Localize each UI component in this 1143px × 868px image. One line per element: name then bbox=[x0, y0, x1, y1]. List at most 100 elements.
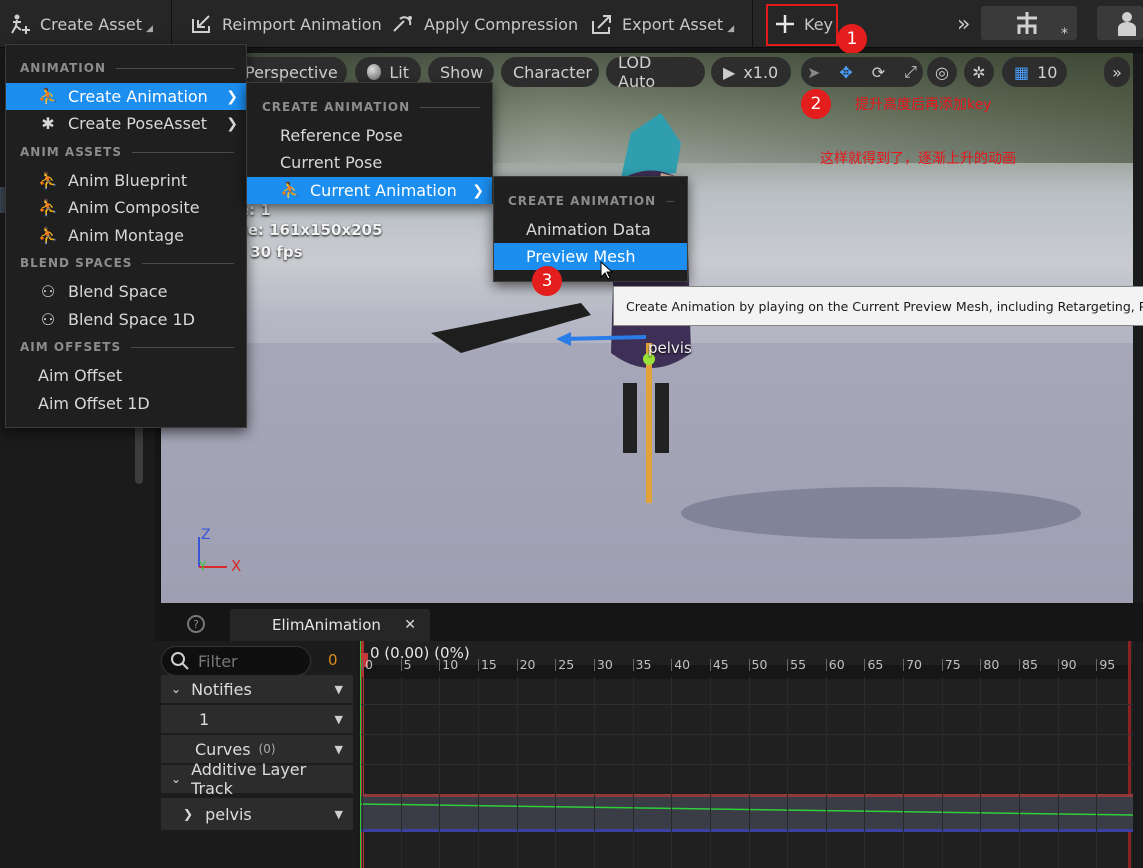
select-tool-icon[interactable]: ➤ bbox=[807, 63, 820, 82]
help-icon[interactable]: ? bbox=[187, 615, 205, 633]
menu-current-animation[interactable]: ⛹ Current Animation ❯ bbox=[247, 177, 492, 204]
animation-data-label: Animation Data bbox=[526, 220, 651, 239]
export-asset-button[interactable]: Export Asset ◢ bbox=[590, 0, 734, 48]
create-asset-button[interactable]: Create Asset ◢ bbox=[8, 0, 153, 48]
ruler-tick bbox=[709, 659, 711, 671]
stats-line-3: : 30 fps bbox=[239, 243, 303, 261]
menu-anim-montage[interactable]: ⛹ Anim Montage bbox=[6, 222, 246, 249]
search-icon bbox=[171, 652, 189, 670]
ruler-tick bbox=[632, 659, 634, 671]
curves-label: Curves bbox=[195, 739, 251, 759]
ruler-tick bbox=[477, 659, 479, 671]
ruler-tick bbox=[903, 659, 905, 671]
collapse-arrow-icon[interactable]: ⌄ bbox=[171, 772, 181, 786]
timeline-grid-line bbox=[709, 677, 711, 868]
rotate-tool-icon[interactable]: ⟳ bbox=[872, 63, 885, 82]
create-animation-submenu: CREATE ANIMATION Reference Pose Current … bbox=[246, 82, 493, 204]
ruler-tick-label: 80 bbox=[983, 657, 1000, 672]
filter-placeholder: Filter bbox=[198, 651, 238, 671]
aim-offset-label: Aim Offset bbox=[38, 366, 123, 385]
reimport-animation-button[interactable]: Reimport Animation bbox=[190, 0, 382, 48]
grid-snap-button[interactable]: ▦ 10 bbox=[1002, 57, 1067, 87]
create-animation-label: Create Animation bbox=[68, 87, 208, 106]
timeline-area[interactable]: 0 (0.00) (0%) 0 5 10 15 20 25 30 35 40 45 50 55 60 65… bbox=[360, 641, 1133, 868]
menu-animation-data[interactable]: Animation Data bbox=[494, 216, 687, 243]
apply-compression-button[interactable]: Apply Compression bbox=[390, 0, 578, 48]
playback-speed-button[interactable]: ▶ x1.0 bbox=[711, 57, 791, 87]
track-notifies[interactable]: ⌄ Notifies ▼ bbox=[161, 675, 353, 703]
menu-create-pose-asset[interactable]: ✱ Create PoseAsset ❯ bbox=[6, 110, 246, 137]
play-icon: ▶ bbox=[723, 62, 736, 82]
menu-aim-offset[interactable]: Aim Offset bbox=[6, 362, 246, 389]
ruler-tick-label: 0 bbox=[365, 657, 373, 672]
menu-blend-space-1d[interactable]: ⚇ Blend Space 1D bbox=[6, 306, 246, 333]
track-additive-layer[interactable]: ⌄ Additive Layer Track bbox=[161, 760, 353, 798]
track-notify-1[interactable]: 1 ▼ bbox=[161, 705, 353, 733]
anim-blueprint-icon: ⛹ bbox=[38, 171, 58, 190]
axis-z-label: Z bbox=[201, 527, 211, 543]
ruler-tick-label: 65 bbox=[867, 657, 884, 672]
current-animation-icon: ⛹ bbox=[280, 181, 300, 200]
step-badge-3: 3 bbox=[532, 266, 562, 296]
ruler-tick-label: 75 bbox=[944, 657, 961, 672]
blend-space-1d-icon: ⚇ bbox=[40, 310, 56, 329]
collapse-arrow-icon[interactable]: ⌄ bbox=[171, 682, 181, 696]
menu-aim-offset-1d[interactable]: Aim Offset 1D bbox=[6, 390, 246, 417]
expand-arrow-icon[interactable]: ❯ bbox=[183, 807, 193, 821]
character-mode-button[interactable] bbox=[1097, 6, 1143, 40]
ruler-tick-label: 85 bbox=[1022, 657, 1038, 672]
current-animation-label: Current Animation bbox=[310, 181, 457, 200]
dropdown-arrow-icon[interactable]: ▼ bbox=[335, 743, 343, 756]
world-space-icon[interactable]: ◎ bbox=[927, 57, 957, 87]
ruler-tick-label: 95 bbox=[1099, 657, 1116, 672]
ruler-tick bbox=[941, 659, 943, 671]
menu-reference-pose[interactable]: Reference Pose bbox=[247, 122, 492, 149]
track-pelvis[interactable]: ❯ pelvis ▼ bbox=[161, 798, 353, 830]
create-animation-icon: ⛹ bbox=[38, 87, 58, 106]
current-animation-submenu: CREATE ANIMATION Animation Data Preview … bbox=[493, 176, 688, 282]
close-tab-icon[interactable]: ✕ bbox=[404, 617, 416, 633]
menu-current-pose[interactable]: Current Pose bbox=[247, 149, 492, 176]
snap-icon[interactable]: ✲ bbox=[964, 57, 994, 87]
lit-sphere-icon bbox=[367, 64, 382, 80]
tab-elim-animation[interactable]: ElimAnimation ✕ bbox=[230, 609, 430, 641]
menu-anim-blueprint[interactable]: ⛹ Anim Blueprint bbox=[6, 167, 246, 194]
ruler-tick bbox=[1096, 659, 1098, 671]
frame-ruler[interactable] bbox=[360, 665, 1133, 679]
skeleton-mode-button[interactable]: * bbox=[981, 6, 1077, 42]
end-marker[interactable] bbox=[1128, 641, 1131, 868]
filter-input[interactable]: Filter bbox=[161, 646, 311, 676]
toolbar-overflow-icon[interactable]: » bbox=[957, 0, 970, 48]
timeline-grid-line bbox=[864, 677, 866, 868]
lod-button[interactable]: LOD Auto bbox=[606, 53, 705, 91]
dropdown-arrow-icon[interactable]: ▼ bbox=[335, 683, 343, 696]
track-curves[interactable]: Curves (0) ▼ bbox=[161, 735, 353, 763]
timeline-grid-line bbox=[362, 677, 363, 868]
range-start-line bbox=[360, 641, 361, 868]
curve-green bbox=[360, 803, 1133, 816]
section-animation: ANIMATION bbox=[20, 61, 234, 75]
apply-compression-label: Apply Compression bbox=[424, 14, 579, 34]
menu-blend-space[interactable]: ⚇ Blend Space bbox=[6, 278, 246, 305]
move-tool-icon[interactable]: ✥ bbox=[839, 63, 852, 82]
compression-icon bbox=[393, 16, 412, 32]
ruler-tick bbox=[864, 659, 866, 671]
scale-tool-icon[interactable]: ⤢ bbox=[904, 62, 917, 82]
tab-label: ElimAnimation bbox=[272, 616, 381, 634]
menu-anim-composite[interactable]: ⛹ Anim Composite bbox=[6, 194, 246, 221]
export-icon bbox=[592, 15, 611, 34]
anim-montage-label: Anim Montage bbox=[68, 226, 185, 245]
ruler-tick-label: 5 bbox=[403, 657, 412, 672]
ruler-tick-label: 30 bbox=[596, 657, 613, 672]
dropdown-arrow-icon[interactable]: ▼ bbox=[335, 713, 343, 726]
menu-preview-mesh[interactable]: Preview Mesh bbox=[494, 243, 687, 270]
character-button[interactable]: Character bbox=[501, 57, 599, 87]
submenu-arrow-icon: ❯ bbox=[472, 182, 484, 199]
viewport-overflow-icon[interactable]: » bbox=[1104, 57, 1130, 87]
submenu-arrow-icon: ❯ bbox=[226, 88, 238, 105]
timeline-grid-line bbox=[748, 677, 750, 868]
ruler-tick bbox=[555, 659, 557, 671]
menu-create-animation[interactable]: ⛹ Create Animation ❯ bbox=[6, 83, 246, 110]
timeline-grid-line bbox=[400, 677, 402, 868]
dropdown-arrow-icon[interactable]: ▼ bbox=[335, 808, 343, 821]
